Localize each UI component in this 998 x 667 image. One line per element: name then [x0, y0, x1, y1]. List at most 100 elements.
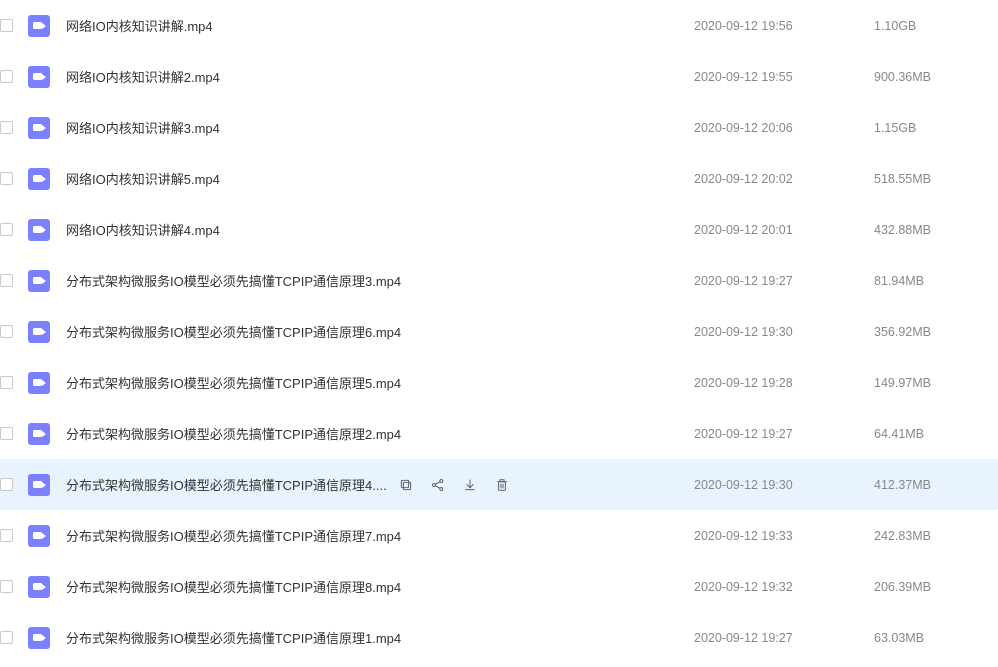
file-size: 1.15GB	[874, 121, 994, 135]
row-checkbox[interactable]	[0, 580, 13, 593]
row-checkbox[interactable]	[0, 529, 13, 542]
file-date: 2020-09-12 19:56	[694, 19, 874, 33]
row-checkbox[interactable]	[0, 478, 13, 491]
file-size: 206.39MB	[874, 580, 994, 594]
file-row[interactable]: 分布式架构微服务IO模型必须先搞懂TCPIP通信原理1.mp4 2020-09-1…	[0, 612, 998, 663]
checkbox-cell	[0, 631, 22, 644]
row-checkbox[interactable]	[0, 376, 13, 389]
file-row[interactable]: 网络IO内核知识讲解4.mp4 2020-09-12 20:01432.88MB	[0, 204, 998, 255]
file-size: 900.36MB	[874, 70, 994, 84]
row-checkbox[interactable]	[0, 172, 13, 185]
file-name-cell: 分布式架构微服务IO模型必须先搞懂TCPIP通信原理7.mp4	[66, 526, 694, 545]
file-row[interactable]: 分布式架构微服务IO模型必须先搞懂TCPIP通信原理5.mp4 2020-09-1…	[0, 357, 998, 408]
file-date: 2020-09-12 19:27	[694, 274, 874, 288]
file-name-cell: 网络IO内核知识讲解4.mp4	[66, 220, 694, 239]
file-name[interactable]: 分布式架构微服务IO模型必须先搞懂TCPIP通信原理3.mp4	[66, 271, 401, 290]
file-type-icon-cell	[22, 321, 56, 343]
file-date: 2020-09-12 19:32	[694, 580, 874, 594]
file-row[interactable]: 网络IO内核知识讲解2.mp42020-09-12 19:55900.36MB	[0, 51, 998, 102]
file-size: 63.03MB	[874, 631, 994, 645]
file-date: 2020-09-12 19:28	[694, 376, 874, 390]
row-checkbox[interactable]	[0, 121, 13, 134]
file-date: 2020-09-12 19:30	[694, 478, 874, 492]
file-row[interactable]: 分布式架构微服务IO模型必须先搞懂TCPIP通信原理3.mp4 2020-09-1…	[0, 255, 998, 306]
row-checkbox[interactable]	[0, 19, 13, 32]
file-name[interactable]: 分布式架构微服务IO模型必须先搞懂TCPIP通信原理7.mp4	[66, 526, 401, 545]
row-checkbox[interactable]	[0, 274, 13, 287]
file-size: 149.97MB	[874, 376, 994, 390]
video-file-icon	[28, 270, 50, 292]
file-row[interactable]: 分布式架构微服务IO模型必须先搞懂TCPIP通信原理8.mp4 2020-09-1…	[0, 561, 998, 612]
file-row[interactable]: 分布式架构微服务IO模型必须先搞懂TCPIP通信原理2.mp4 2020-09-1…	[0, 408, 998, 459]
download-button[interactable]	[461, 476, 479, 494]
file-size: 432.88MB	[874, 223, 994, 237]
file-name[interactable]: 分布式架构微服务IO模型必须先搞懂TCPIP通信原理8.mp4	[66, 577, 401, 596]
file-list: 网络IO内核知识讲解.mp42020-09-12 19:561.10GB网络IO…	[0, 0, 998, 663]
video-file-icon	[28, 219, 50, 241]
video-file-icon	[28, 168, 50, 190]
file-name-cell: 网络IO内核知识讲解2.mp4	[66, 67, 694, 86]
checkbox-cell	[0, 172, 22, 185]
file-name-cell: 网络IO内核知识讲解5.mp4	[66, 169, 694, 188]
file-name[interactable]: 网络IO内核知识讲解4.mp4	[66, 220, 220, 239]
file-row[interactable]: 分布式架构微服务IO模型必须先搞懂TCPIP通信原理7.mp4 2020-09-1…	[0, 510, 998, 561]
row-checkbox[interactable]	[0, 325, 13, 338]
file-name-cell: 分布式架构微服务IO模型必须先搞懂TCPIP通信原理4....	[66, 475, 694, 494]
file-size: 518.55MB	[874, 172, 994, 186]
file-date: 2020-09-12 19:30	[694, 325, 874, 339]
file-name[interactable]: 分布式架构微服务IO模型必须先搞懂TCPIP通信原理6.mp4	[66, 322, 401, 341]
file-size: 356.92MB	[874, 325, 994, 339]
copy-icon	[398, 477, 414, 493]
file-size: 1.10GB	[874, 19, 994, 33]
file-name-cell: 网络IO内核知识讲解3.mp4	[66, 118, 694, 137]
row-checkbox[interactable]	[0, 223, 13, 236]
video-file-icon	[28, 321, 50, 343]
file-name[interactable]: 分布式架构微服务IO模型必须先搞懂TCPIP通信原理4....	[66, 475, 387, 494]
video-file-icon	[28, 576, 50, 598]
file-row[interactable]: 分布式架构微服务IO模型必须先搞懂TCPIP通信原理6.mp4 2020-09-1…	[0, 306, 998, 357]
file-type-icon-cell	[22, 525, 56, 547]
file-name[interactable]: 网络IO内核知识讲解.mp4	[66, 16, 213, 35]
file-size: 64.41MB	[874, 427, 994, 441]
file-date: 2020-09-12 20:06	[694, 121, 874, 135]
row-checkbox[interactable]	[0, 70, 13, 83]
file-type-icon-cell	[22, 627, 56, 649]
file-name[interactable]: 网络IO内核知识讲解3.mp4	[66, 118, 220, 137]
row-checkbox[interactable]	[0, 427, 13, 440]
file-name[interactable]: 网络IO内核知识讲解2.mp4	[66, 67, 220, 86]
file-date: 2020-09-12 20:02	[694, 172, 874, 186]
download-icon	[462, 477, 478, 493]
checkbox-cell	[0, 274, 22, 287]
file-type-icon-cell	[22, 66, 56, 88]
video-file-icon	[28, 15, 50, 37]
checkbox-cell	[0, 70, 22, 83]
file-date: 2020-09-12 19:27	[694, 631, 874, 645]
file-row[interactable]: 网络IO内核知识讲解5.mp4 2020-09-12 20:02518.55MB	[0, 153, 998, 204]
file-row[interactable]: 分布式架构微服务IO模型必须先搞懂TCPIP通信原理4.... 2020-09-1…	[0, 459, 998, 510]
row-checkbox[interactable]	[0, 631, 13, 644]
file-name[interactable]: 分布式架构微服务IO模型必须先搞懂TCPIP通信原理5.mp4	[66, 373, 401, 392]
copy-button[interactable]	[397, 476, 415, 494]
video-file-icon	[28, 372, 50, 394]
file-name[interactable]: 分布式架构微服务IO模型必须先搞懂TCPIP通信原理1.mp4	[66, 628, 401, 647]
file-name[interactable]: 网络IO内核知识讲解5.mp4	[66, 169, 220, 188]
file-name-cell: 分布式架构微服务IO模型必须先搞懂TCPIP通信原理5.mp4	[66, 373, 694, 392]
file-row[interactable]: 网络IO内核知识讲解3.mp4 2020-09-12 20:061.15GB	[0, 102, 998, 153]
share-button[interactable]	[429, 476, 447, 494]
video-file-icon	[28, 66, 50, 88]
file-name-cell: 分布式架构微服务IO模型必须先搞懂TCPIP通信原理1.mp4	[66, 628, 694, 647]
file-row[interactable]: 网络IO内核知识讲解.mp4 2020-09-12 19:561.10GB	[0, 0, 998, 51]
file-date: 2020-09-12 19:27	[694, 427, 874, 441]
checkbox-cell	[0, 376, 22, 389]
video-file-icon	[28, 423, 50, 445]
file-name-cell: 分布式架构微服务IO模型必须先搞懂TCPIP通信原理8.mp4	[66, 577, 694, 596]
file-size: 412.37MB	[874, 478, 994, 492]
file-date: 2020-09-12 20:01	[694, 223, 874, 237]
delete-button[interactable]	[493, 476, 511, 494]
video-file-icon	[28, 474, 50, 496]
file-name[interactable]: 分布式架构微服务IO模型必须先搞懂TCPIP通信原理2.mp4	[66, 424, 401, 443]
file-date: 2020-09-12 19:33	[694, 529, 874, 543]
checkbox-cell	[0, 427, 22, 440]
video-file-icon	[28, 627, 50, 649]
file-size: 242.83MB	[874, 529, 994, 543]
